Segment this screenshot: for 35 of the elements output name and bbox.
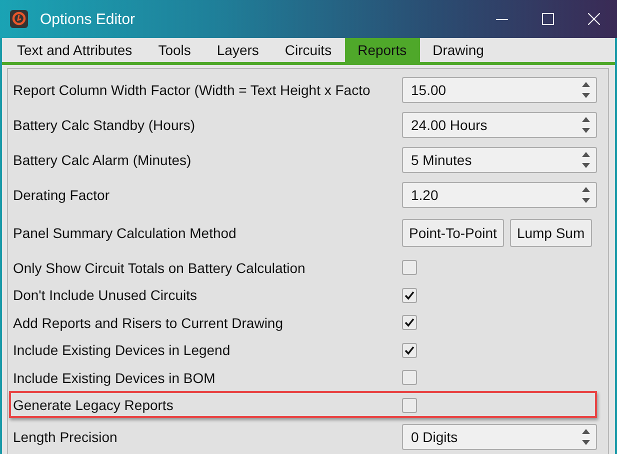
spin-field[interactable]: 24.00 Hours [402, 112, 597, 138]
method-button[interactable]: Lump Sum [510, 219, 592, 247]
setting-label: Don't Include Unused Circuits [13, 287, 198, 304]
setting-label: Length Precision [13, 428, 118, 444]
tab[interactable]: Text and Attributes [4, 38, 146, 62]
setting-label: Report Column Width Factor (Width = Text Height x Facto [13, 82, 372, 98]
checkbox[interactable] [402, 398, 417, 413]
tab[interactable]: Layers [204, 38, 272, 62]
checkbox[interactable] [402, 288, 417, 303]
setting-label: Only Show Circuit Totals on Battery Calculation [13, 260, 306, 276]
close-icon[interactable] [588, 13, 600, 25]
spin-field[interactable]: 1.20 [402, 182, 597, 208]
tab[interactable]: Drawing [420, 38, 497, 62]
checkbox[interactable] [402, 370, 417, 386]
spin-field[interactable]: 15.00 [402, 76, 597, 102]
spin-field[interactable]: 5 Minutes [402, 146, 597, 172]
spin-field[interactable]: 0 Digits [402, 424, 597, 450]
method-button[interactable]: Point-To-Point [402, 219, 504, 247]
checkbox[interactable] [402, 342, 417, 358]
checkbox[interactable] [402, 260, 417, 276]
setting-label: Add Reports and Risers to Current Drawing [13, 314, 284, 331]
tab[interactable]: Reports [344, 38, 420, 62]
tab[interactable]: Circuits [272, 38, 345, 62]
setting-label: Derating Factor [13, 186, 110, 202]
setting-label: Battery Calc Alarm (Minutes) [13, 152, 192, 168]
app-logo-icon [10, 10, 28, 28]
setting-label: Include Existing Devices in BOM [13, 370, 216, 386]
window-title: Options Editor [40, 10, 136, 28]
setting-label: Battery Calc Standby (Hours) [13, 116, 196, 132]
maximize-icon[interactable] [542, 13, 554, 25]
setting-label: Include Existing Devices in Legend [13, 342, 232, 358]
tab[interactable]: Tools [145, 38, 204, 62]
checkbox[interactable] [402, 315, 417, 330]
setting-label: Panel Summary Calculation Method [13, 225, 238, 241]
setting-label: Generate Legacy Reports [13, 397, 174, 414]
